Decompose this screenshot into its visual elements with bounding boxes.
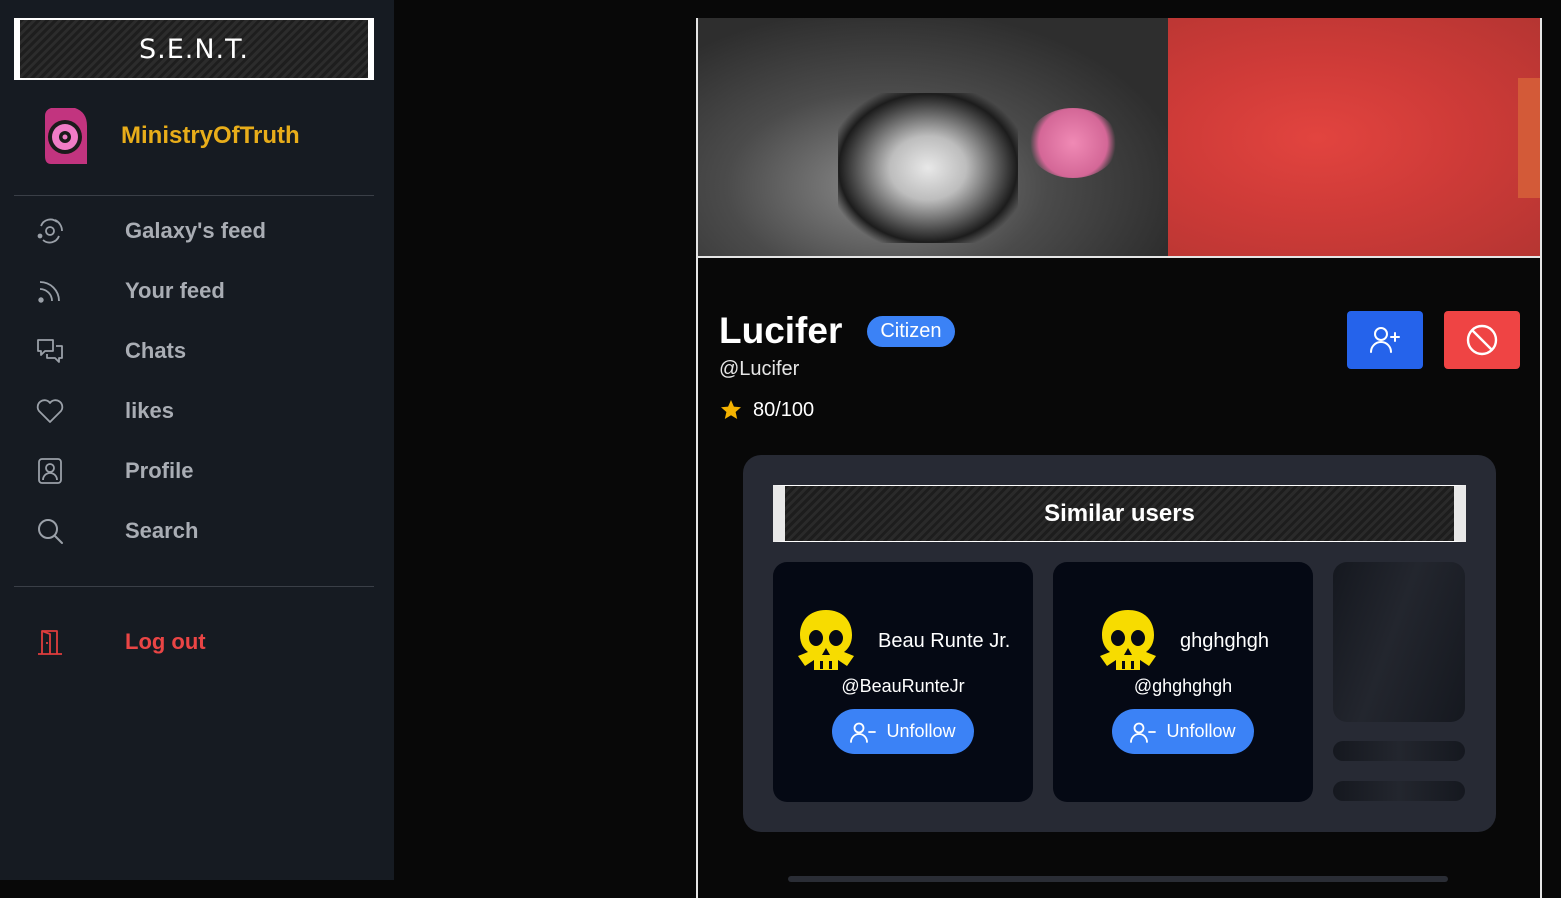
sidebar: S.E.N.T. MinistryOfTruth Galaxy's feed Y… xyxy=(0,0,394,880)
user-card-name: ghghghgh xyxy=(1180,630,1269,652)
user-card[interactable]: ghghghgh @ghghghgh Unfollow xyxy=(1053,562,1313,802)
rank-badge: Citizen xyxy=(867,315,955,347)
profile-icon xyxy=(38,458,62,484)
logout-button[interactable]: Log out xyxy=(14,612,374,672)
block-icon xyxy=(1466,324,1498,356)
door-icon xyxy=(38,630,62,655)
nav-label: Profile xyxy=(125,458,194,483)
nav-item-your-feed[interactable]: Your feed xyxy=(14,261,374,321)
next-section-edge xyxy=(788,876,1448,882)
follow-button[interactable] xyxy=(1347,311,1423,369)
unfollow-label: Unfollow xyxy=(1166,721,1236,741)
nav-label: Galaxy's feed xyxy=(125,218,266,243)
nav-item-galaxy-feed[interactable]: Galaxy's feed xyxy=(14,201,374,261)
unfollow-label: Unfollow xyxy=(886,721,956,741)
profile-name: Lucifer xyxy=(719,310,843,351)
profile-panel: Lucifer Citizen @Lucifer 80/100 Similar … xyxy=(696,18,1542,898)
user-minus-icon xyxy=(850,722,877,743)
star-icon xyxy=(721,400,741,419)
nav-item-profile[interactable]: Profile xyxy=(14,441,374,501)
profile-handle: @Lucifer xyxy=(719,358,800,380)
nav-label: Search xyxy=(125,518,199,543)
user-minus-icon xyxy=(1130,722,1157,743)
rss-icon xyxy=(38,281,60,303)
unfollow-button[interactable]: Unfollow xyxy=(1112,709,1254,754)
search-icon xyxy=(38,519,63,544)
profile-banner-image xyxy=(698,18,1540,258)
heart-icon xyxy=(36,399,64,423)
profile-header: Lucifer Citizen xyxy=(719,310,955,352)
logout-label: Log out xyxy=(125,629,206,654)
user-card-handle: @ghghghgh xyxy=(1133,676,1233,696)
current-user[interactable]: MinistryOfTruth xyxy=(14,100,374,172)
score-value: 80/100 xyxy=(753,398,815,421)
current-username: MinistryOfTruth xyxy=(121,122,300,149)
user-plus-icon xyxy=(1370,327,1400,353)
nav-item-likes[interactable]: likes xyxy=(14,381,374,441)
nav-label: Your feed xyxy=(125,278,225,303)
skull-icon xyxy=(1100,610,1156,670)
main-nav: Galaxy's feed Your feed Chats likes Prof… xyxy=(14,201,374,561)
nav-label: likes xyxy=(125,398,174,423)
similar-users-header: Similar users xyxy=(773,485,1466,542)
divider xyxy=(14,586,374,587)
profile-score: 80/100 xyxy=(719,398,814,422)
brand-logo[interactable]: S.E.N.T. xyxy=(14,18,374,80)
similar-users-title: Similar users xyxy=(1044,499,1195,527)
nav-item-search[interactable]: Search xyxy=(14,501,374,561)
unfollow-button[interactable]: Unfollow xyxy=(832,709,974,754)
loading-card-placeholder xyxy=(1333,562,1465,722)
brand-title: S.E.N.T. xyxy=(138,33,249,65)
user-card-handle: @BeauRunteJr xyxy=(841,676,965,696)
user-avatar-icon xyxy=(45,108,87,164)
block-button[interactable] xyxy=(1444,311,1520,369)
divider xyxy=(14,195,374,196)
nav-item-chats[interactable]: Chats xyxy=(14,321,374,381)
loading-line-placeholder xyxy=(1333,741,1465,761)
similar-users-section: Similar users Beau Runte Jr. @BeauRunteJ… xyxy=(743,455,1496,832)
user-card[interactable]: Beau Runte Jr. @BeauRunteJr Unfollow xyxy=(773,562,1033,802)
chat-icon xyxy=(37,339,63,363)
galaxy-icon xyxy=(37,218,63,244)
loading-line-placeholder xyxy=(1333,781,1465,801)
skull-icon xyxy=(798,610,854,670)
user-card-name: Beau Runte Jr. xyxy=(878,630,1011,652)
nav-label: Chats xyxy=(125,338,187,363)
